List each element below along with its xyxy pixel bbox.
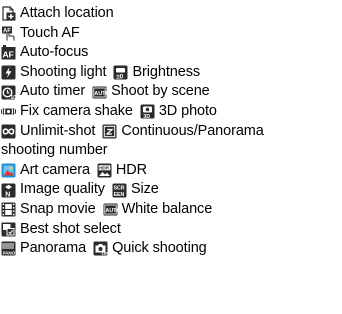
legend-row-shooting-light: Shooting light ±0 Brightness	[1, 63, 342, 83]
brightness-label: Brightness	[132, 63, 200, 80]
camera-icon-legend: Attach location AF Touch AF AF Auto-focu…	[0, 0, 342, 314]
snap-movie-label: Snap movie	[20, 200, 96, 217]
svg-text:PANO: PANO	[3, 251, 16, 256]
auto-focus-icon: AF	[1, 45, 16, 60]
svg-text:AUTO: AUTO	[94, 91, 107, 97]
touch-af-icon: AF	[1, 26, 16, 41]
size-label: Size	[130, 181, 159, 198]
image-quality-label: Image quality	[20, 181, 105, 198]
auto-timer-label: Auto timer	[20, 83, 86, 100]
continuous-panorama-icon	[102, 124, 117, 139]
svg-text:AUTO: AUTO	[105, 208, 118, 214]
legend-row-best-shot-select: Best shot select	[1, 220, 342, 240]
legend-row-auto-timer: 10 Auto timer AUTO Shoot by scene	[1, 82, 342, 102]
fix-camera-shake-label: Fix camera shake	[20, 102, 133, 119]
quick-shooting-icon: OFF	[93, 241, 108, 256]
unlimit-shot-label: Unlimit-shot	[20, 122, 96, 139]
shooting-light-label: Shooting light	[20, 63, 107, 80]
svg-text:AF: AF	[3, 50, 14, 60]
image-quality-icon: N	[1, 183, 16, 198]
hdr-label: HDR	[115, 161, 148, 178]
svg-text:N: N	[5, 191, 10, 197]
touch-af-label: Touch AF	[20, 24, 80, 41]
3d-photo-icon: 3D	[140, 104, 155, 119]
svg-text:HDR: HDR	[99, 166, 109, 171]
size-icon: SCR EEN	[112, 183, 127, 198]
attach-location-icon	[1, 6, 16, 21]
quick-shooting-label: Quick shooting	[112, 240, 207, 257]
legend-row-shooting-number: shooting number	[1, 141, 342, 161]
attach-location-label: Attach location	[20, 5, 114, 21]
art-camera-icon	[1, 163, 16, 178]
svg-text:EEN: EEN	[114, 192, 125, 198]
legend-row-snap-movie: Snap movie AUTO White balance	[1, 200, 342, 220]
shoot-by-scene-icon: AUTO	[92, 85, 107, 100]
fix-camera-shake-icon	[1, 104, 16, 119]
art-camera-label: Art camera	[20, 161, 90, 178]
legend-row-attach-location: Attach location	[1, 4, 342, 24]
svg-text:±0: ±0	[117, 74, 124, 80]
legend-row-image-quality: N Image quality SCR EEN Size	[1, 180, 342, 200]
panorama-label: Panorama	[20, 240, 87, 257]
shooting-number-label: shooting number	[1, 142, 108, 159]
hdr-icon: HDR	[97, 163, 112, 178]
shoot-by-scene-label: Shoot by scene	[111, 83, 210, 100]
legend-row-fix-camera-shake: Fix camera shake 3D 3D photo	[1, 102, 342, 122]
continuous-panorama-label: Continuous/Panorama	[121, 122, 264, 139]
legend-row-panorama: PANO Panorama OFF Quick shooting	[1, 239, 342, 259]
svg-text:SCR: SCR	[114, 185, 125, 191]
legend-row-unlimit-shot: Unlimit-shot Continuous/Panorama	[1, 122, 342, 142]
3d-photo-label: 3D photo	[158, 102, 217, 119]
brightness-icon: ±0	[113, 65, 128, 80]
legend-row-auto-focus: AF Auto-focus	[1, 43, 342, 63]
unlimit-shot-icon	[1, 124, 16, 139]
auto-timer-icon: 10	[1, 85, 16, 100]
legend-row-touch-af: AF Touch AF	[1, 24, 342, 44]
white-balance-label: White balance	[121, 200, 213, 217]
best-shot-select-icon	[1, 222, 16, 237]
shooting-light-icon	[1, 65, 16, 80]
legend-row-art-camera: Art camera HDR HDR	[1, 161, 342, 181]
snap-movie-icon	[1, 202, 16, 217]
svg-text:10: 10	[10, 95, 16, 100]
svg-text:OFF: OFF	[102, 251, 108, 256]
panorama-icon: PANO	[1, 241, 16, 256]
best-shot-select-label: Best shot select	[20, 220, 121, 237]
white-balance-icon: AUTO	[103, 202, 118, 217]
auto-focus-label: Auto-focus	[20, 44, 89, 61]
svg-text:3D: 3D	[143, 114, 150, 119]
